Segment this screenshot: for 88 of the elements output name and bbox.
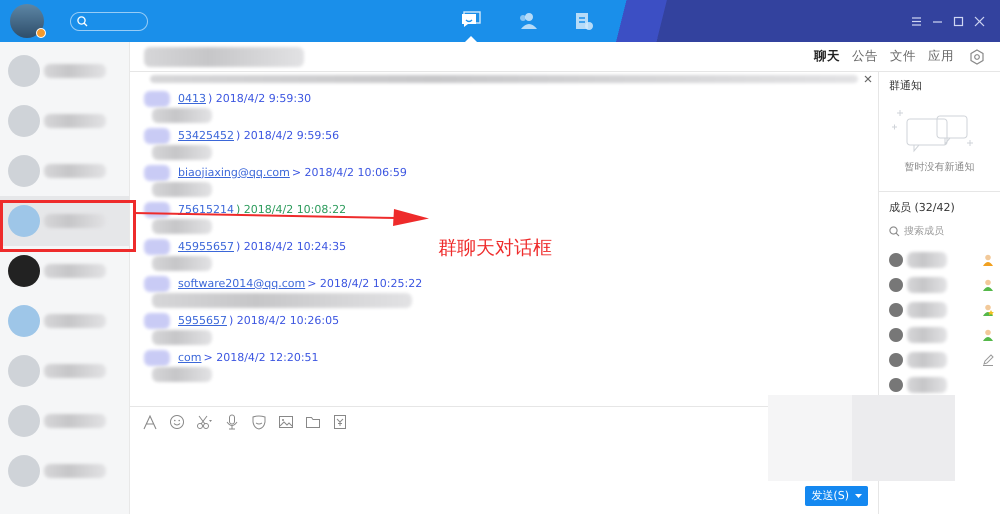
message-time: ) 2018/4/2 10:24:35	[236, 238, 346, 255]
search-icon	[77, 16, 88, 26]
microphone-icon[interactable]	[224, 414, 240, 430]
sender-link[interactable]: biaojiaxing@qq.com	[178, 164, 290, 182]
caret-icon	[855, 494, 862, 498]
message-time: > 2018/4/2 10:25:22	[307, 276, 422, 292]
blurred-avatar	[144, 350, 170, 366]
blurred-message	[152, 367, 212, 382]
panel-heading: 群通知	[889, 78, 923, 94]
panel-heading: 成员 (32/42)	[889, 200, 956, 216]
blurred-avatar	[144, 91, 170, 107]
empty-message: 暂时没有新通知	[904, 160, 976, 174]
blurred-avatar	[144, 313, 170, 329]
avatar	[8, 305, 40, 337]
blurred-name	[907, 276, 947, 292]
image-icon[interactable]	[278, 414, 294, 430]
blurred-avatar	[144, 239, 170, 255]
blurred-name	[44, 114, 106, 128]
send-button[interactable]: 发送(S)	[805, 486, 868, 506]
blurred-name	[44, 264, 106, 278]
avatar	[8, 205, 40, 237]
avatar	[8, 55, 40, 87]
avatar	[889, 352, 903, 366]
message-time: > 2018/4/2 10:06:59	[292, 164, 407, 181]
blurred-name	[907, 302, 947, 318]
sender-link[interactable]: 5955657	[178, 312, 227, 330]
blurred-name	[44, 464, 106, 478]
blurred-name	[44, 364, 106, 378]
avatar	[8, 155, 40, 187]
blurred-name	[907, 252, 947, 268]
blurred-name	[44, 164, 106, 178]
avatar	[8, 455, 40, 487]
font-icon[interactable]	[142, 414, 158, 430]
avatar	[889, 302, 903, 316]
sender-link[interactable]: com	[178, 350, 202, 366]
blurred-name	[44, 214, 106, 228]
avatar	[8, 405, 40, 437]
blurred-avatar	[144, 276, 170, 292]
blurred-message	[152, 145, 212, 160]
search-field[interactable]	[70, 12, 148, 30]
blurred-name	[44, 314, 106, 328]
tab[interactable]: 聊天	[808, 47, 846, 66]
close-icon[interactable]	[864, 75, 872, 83]
mask-icon[interactable]	[251, 414, 267, 430]
pencil-icon[interactable]	[982, 354, 994, 366]
avatar	[8, 255, 40, 287]
smiley-icon[interactable]	[169, 414, 185, 430]
avatar	[8, 105, 40, 137]
settings-icon[interactable]	[969, 48, 985, 64]
blurred-message	[152, 219, 212, 234]
blurred-message	[152, 330, 212, 345]
blurred-name	[907, 352, 947, 368]
avatar	[889, 328, 903, 342]
message-time: ) 2018/4/2 10:08:22	[236, 202, 346, 218]
blurred-avatar	[144, 165, 170, 181]
maximize-icon[interactable]	[953, 16, 964, 26]
status-badge	[36, 28, 46, 38]
blurred-name	[44, 64, 106, 78]
menu-icon[interactable]	[911, 16, 922, 26]
sender-link[interactable]: software2014@qq.com	[178, 276, 306, 292]
tab[interactable]: 文件	[884, 47, 922, 66]
annotation-label: 群聊天对话框	[438, 236, 552, 261]
blurred-avatar	[144, 128, 170, 144]
avatar	[889, 252, 903, 266]
sender-link[interactable]: 0413	[178, 90, 206, 108]
search-icon	[889, 226, 900, 237]
sender-link[interactable]: 53425452	[178, 128, 234, 144]
message-time: ) 2018/4/2 10:26:05	[229, 312, 340, 329]
tab[interactable]: 公告	[846, 47, 884, 66]
tab[interactable]: 应用	[922, 47, 960, 66]
avatar	[889, 278, 903, 292]
blurred-name	[907, 326, 947, 342]
blurred-name	[907, 376, 947, 392]
wallet-icon[interactable]	[332, 414, 348, 430]
avatar	[8, 355, 40, 387]
avatar	[889, 378, 903, 392]
search-field[interactable]: 搜索成员	[889, 224, 1000, 239]
blurred-message	[152, 256, 212, 271]
message-time: ) 2018/4/2 9:59:30	[208, 90, 312, 107]
message-time: ) 2018/4/2 9:59:56	[236, 128, 340, 144]
blurred-message	[152, 108, 212, 123]
blurred-message	[152, 182, 212, 197]
sender-link[interactable]: 75615214	[178, 202, 234, 218]
blurred-name	[44, 414, 106, 428]
scissors-icon[interactable]	[196, 414, 213, 430]
message-time: > 2018/4/2 12:20:51	[204, 350, 319, 366]
sender-link[interactable]: 45955657	[178, 238, 234, 256]
avatar[interactable]	[10, 4, 44, 38]
